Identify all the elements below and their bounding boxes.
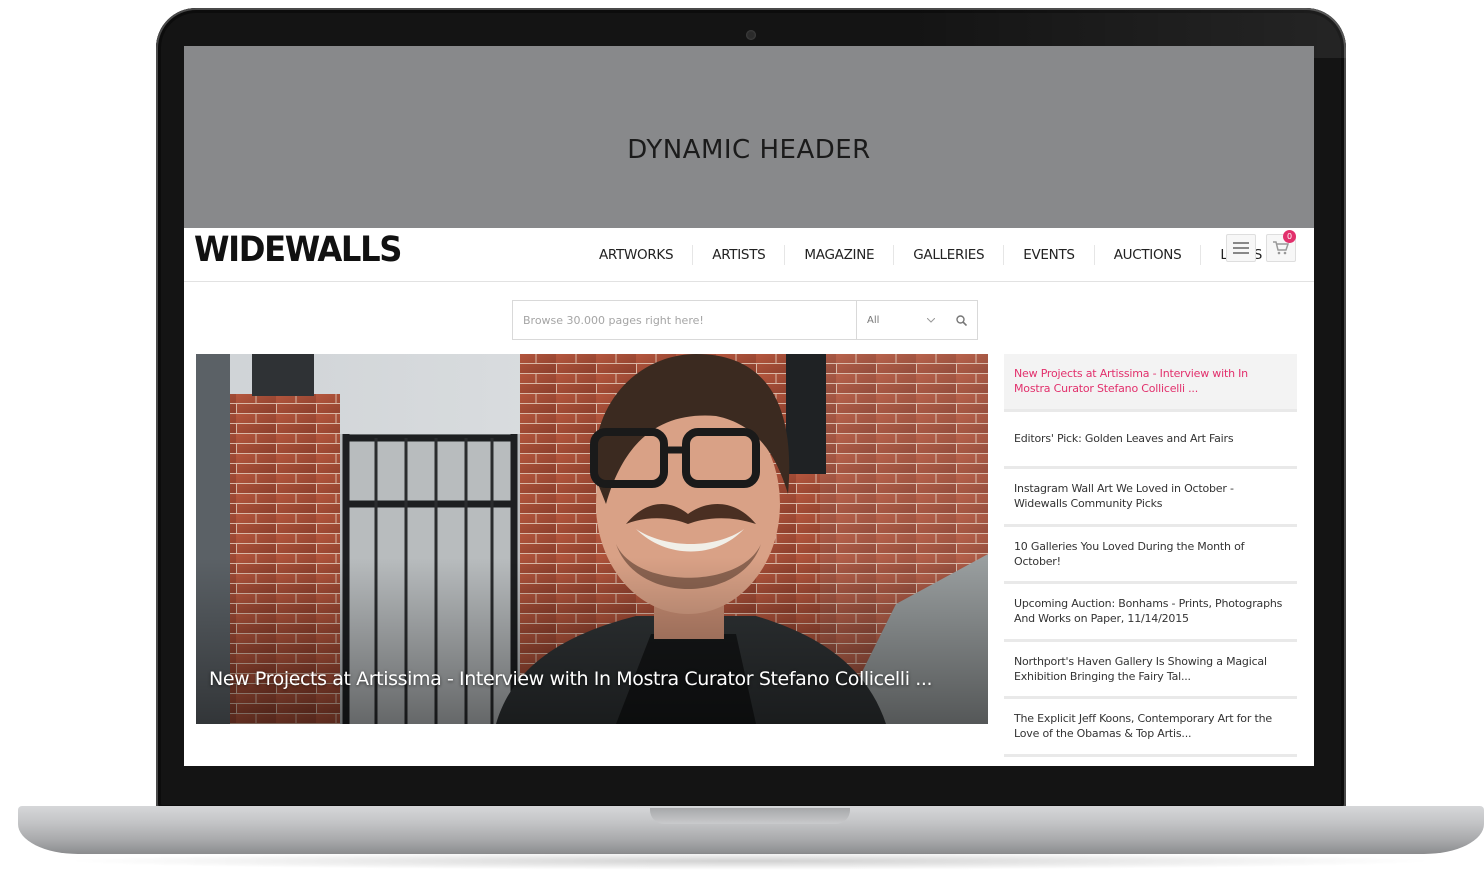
cart-count-badge: 0 (1283, 230, 1296, 243)
hero-caption[interactable]: New Projects at Artissima - Interview wi… (209, 668, 933, 690)
site-logo[interactable]: WIDEWALLS (194, 230, 402, 270)
dynamic-header-label: DYNAMIC HEADER (627, 135, 871, 165)
camera-icon (746, 30, 756, 40)
laptop-shadow (60, 852, 1440, 870)
search-category-select[interactable]: All (857, 301, 945, 339)
search-button[interactable] (945, 301, 977, 339)
nav-link-events[interactable]: EVENTS (1004, 245, 1095, 265)
laptop-base-notch (650, 808, 850, 824)
list-item[interactable]: 10 Galleries You Loved During the Month … (1004, 527, 1297, 584)
nav-link-artworks[interactable]: ARTWORKS (580, 245, 694, 265)
dynamic-header: DYNAMIC HEADER (184, 46, 1314, 228)
nav-link-artists[interactable]: ARTISTS (693, 245, 786, 265)
main-navbar: WIDEWALLS ARTWORKS ARTISTS MAGAZINE GALL… (184, 228, 1314, 282)
cart-icon (1273, 241, 1289, 255)
hamburger-menu-button[interactable] (1226, 234, 1256, 262)
hamburger-icon (1233, 242, 1249, 254)
article-list: New Projects at Artissima - Interview wi… (1004, 354, 1297, 757)
search-bar: All (512, 300, 978, 340)
list-item[interactable]: Upcoming Auction: Bonhams - Prints, Phot… (1004, 584, 1297, 642)
browser-viewport: DYNAMIC HEADER WIDEWALLS ARTWORKS ARTIST… (184, 46, 1314, 766)
nav-link-galleries[interactable]: GALLERIES (894, 245, 1005, 265)
search-category-label: All (867, 314, 880, 326)
list-item[interactable]: Instagram Wall Art We Loved in October -… (1004, 469, 1297, 527)
featured-article-hero[interactable]: New Projects at Artissima - Interview wi… (196, 354, 988, 724)
list-item[interactable]: The Explicit Jeff Koons, Contemporary Ar… (1004, 699, 1297, 757)
list-item[interactable]: New Projects at Artissima - Interview wi… (1004, 354, 1297, 412)
search-icon (955, 314, 967, 326)
list-item[interactable]: Northport's Haven Gallery Is Showing a M… (1004, 642, 1297, 699)
nav-link-auctions[interactable]: AUCTIONS (1095, 245, 1202, 265)
nav-link-magazine[interactable]: MAGAZINE (785, 245, 895, 265)
list-item[interactable]: Editors' Pick: Golden Leaves and Art Fai… (1004, 412, 1297, 469)
chevron-down-icon (927, 317, 935, 323)
nav-links: ARTWORKS ARTISTS MAGAZINE GALLERIES EVEN… (580, 228, 1281, 282)
search-input[interactable] (513, 301, 857, 339)
